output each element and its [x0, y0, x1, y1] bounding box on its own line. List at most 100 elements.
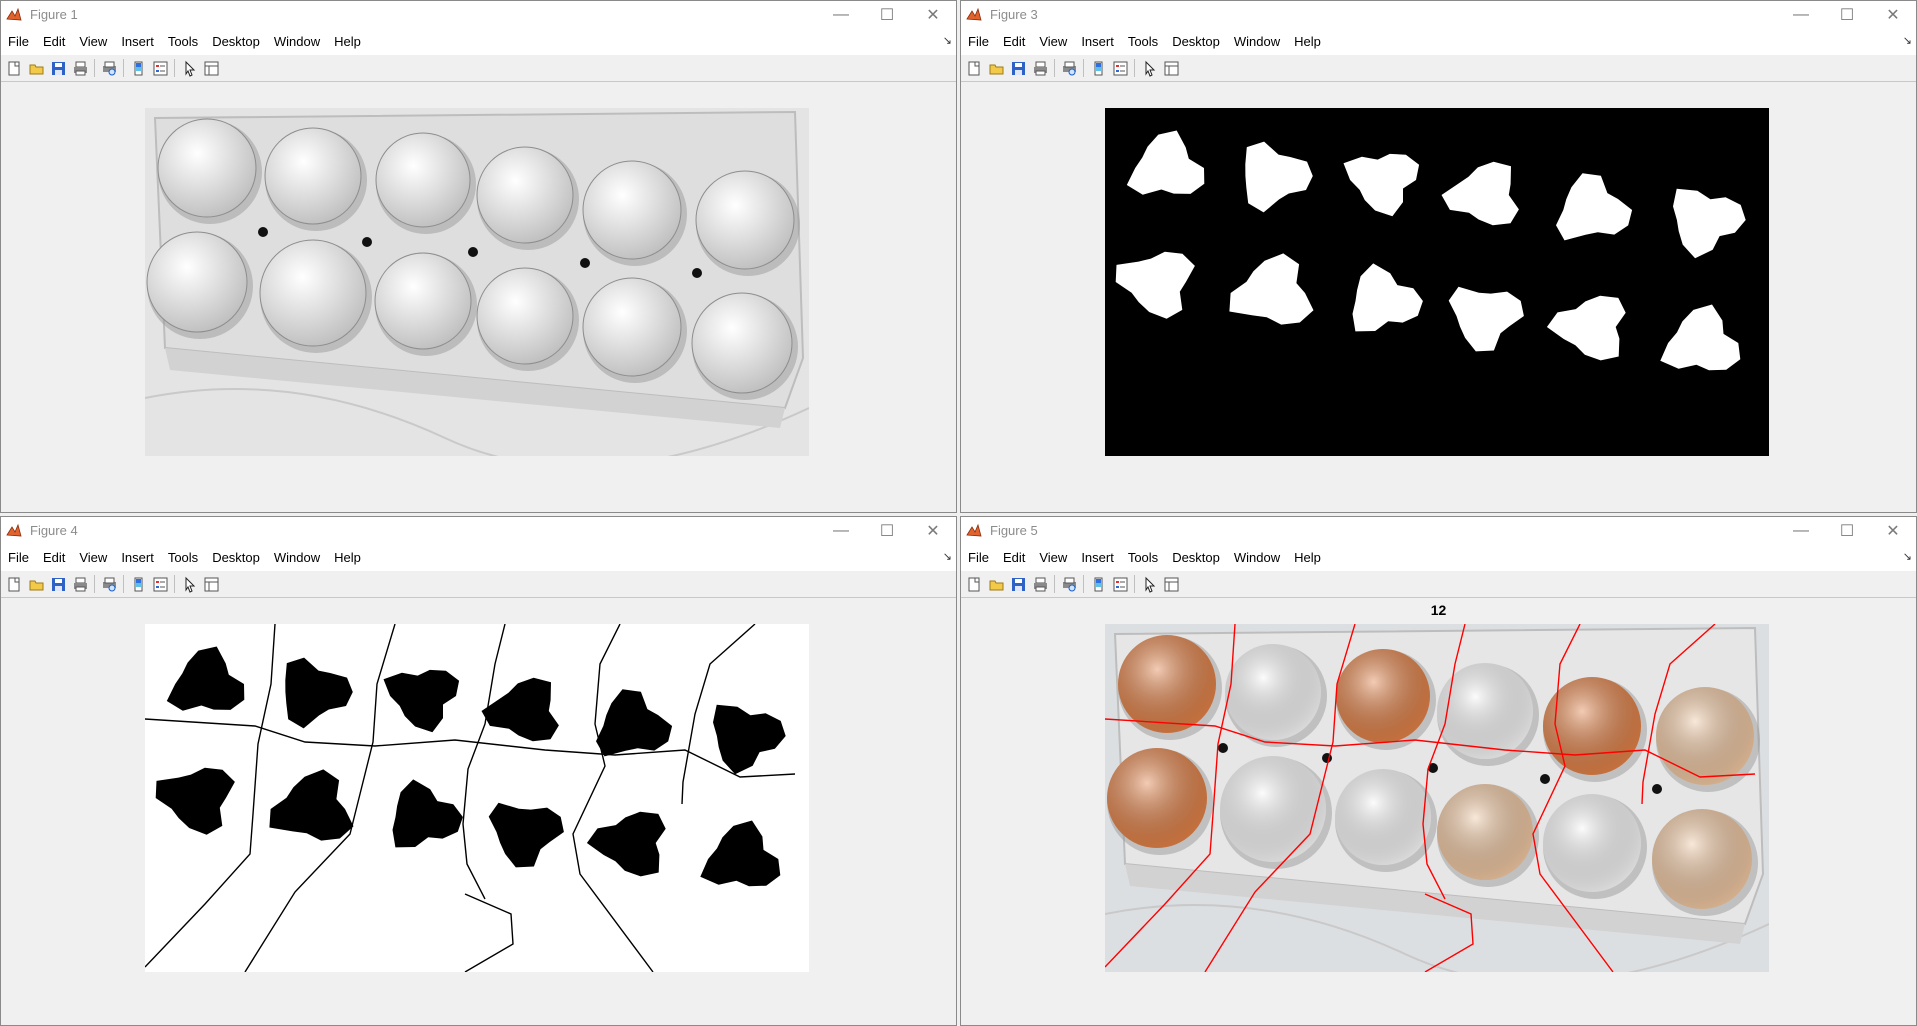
menu-bar: File Edit View Insert Tools Desktop Window Help…	[1, 544, 956, 571]
egg	[264, 127, 362, 225]
menu-help[interactable]: Help	[1287, 34, 1328, 49]
new-figure-icon[interactable]	[963, 573, 985, 595]
print-preview-icon[interactable]	[98, 57, 120, 79]
minimize-button[interactable]: —	[1778, 517, 1824, 544]
edit-plot-icon[interactable]	[1138, 573, 1160, 595]
menu-insert[interactable]: Insert	[114, 550, 161, 565]
print-preview-icon[interactable]	[1058, 57, 1080, 79]
dock-arrow-icon[interactable]: ↘	[1903, 34, 1912, 47]
menu-view[interactable]: View	[1032, 550, 1074, 565]
maximize-button[interactable]: ☐	[864, 517, 910, 544]
menu-view[interactable]: View	[72, 550, 114, 565]
property-editor-icon[interactable]	[1160, 57, 1182, 79]
menu-edit[interactable]: Edit	[996, 550, 1032, 565]
dock-arrow-icon[interactable]: ↘	[1903, 550, 1912, 563]
menu-tools[interactable]: Tools	[161, 550, 205, 565]
menu-file[interactable]: File	[1, 550, 36, 565]
menu-desktop[interactable]: Desktop	[1165, 34, 1227, 49]
figure-toolbar	[961, 55, 1916, 82]
close-button[interactable]: ✕	[910, 1, 956, 28]
menu-desktop[interactable]: Desktop	[205, 34, 267, 49]
property-editor-icon[interactable]	[1160, 573, 1182, 595]
title-bar[interactable]: Figure 5 — ☐ ✕	[961, 517, 1916, 544]
save-icon[interactable]	[47, 573, 69, 595]
menu-tools[interactable]: Tools	[161, 34, 205, 49]
menu-window[interactable]: Window	[267, 34, 327, 49]
toolbar-separator	[1083, 575, 1084, 593]
print-icon[interactable]	[69, 573, 91, 595]
egg-shading	[1652, 809, 1752, 909]
property-editor-icon[interactable]	[200, 57, 222, 79]
edit-plot-icon[interactable]	[178, 573, 200, 595]
menu-help[interactable]: Help	[327, 550, 368, 565]
menu-edit[interactable]: Edit	[36, 550, 72, 565]
menu-window[interactable]: Window	[267, 550, 327, 565]
menu-insert[interactable]: Insert	[1074, 550, 1121, 565]
maximize-button[interactable]: ☐	[1824, 1, 1870, 28]
legend-icon[interactable]	[1109, 573, 1131, 595]
colorbar-icon[interactable]	[1087, 57, 1109, 79]
save-icon[interactable]	[1007, 57, 1029, 79]
close-button[interactable]: ✕	[1870, 517, 1916, 544]
new-figure-icon[interactable]	[3, 573, 25, 595]
save-icon[interactable]	[1007, 573, 1029, 595]
menu-desktop[interactable]: Desktop	[1165, 550, 1227, 565]
menu-edit[interactable]: Edit	[996, 34, 1032, 49]
new-figure-icon[interactable]	[3, 57, 25, 79]
window-title: Figure 5	[990, 523, 1038, 538]
colorbar-icon[interactable]	[1087, 573, 1109, 595]
close-button[interactable]: ✕	[910, 517, 956, 544]
menu-edit[interactable]: Edit	[36, 34, 72, 49]
menu-insert[interactable]: Insert	[114, 34, 161, 49]
open-icon[interactable]	[985, 57, 1007, 79]
title-bar[interactable]: Figure 4 — ☐ ✕	[1, 517, 956, 544]
menu-file[interactable]: File	[961, 550, 996, 565]
menu-tools[interactable]: Tools	[1121, 34, 1165, 49]
menu-window[interactable]: Window	[1227, 550, 1287, 565]
menu-desktop[interactable]: Desktop	[205, 550, 267, 565]
title-bar[interactable]: Figure 3 — ☐ ✕	[961, 1, 1916, 28]
print-icon[interactable]	[1029, 573, 1051, 595]
open-icon[interactable]	[985, 573, 1007, 595]
menu-help[interactable]: Help	[327, 34, 368, 49]
colorbar-icon[interactable]	[127, 57, 149, 79]
egg-shading	[1118, 635, 1216, 733]
menu-insert[interactable]: Insert	[1074, 34, 1121, 49]
minimize-button[interactable]: —	[818, 517, 864, 544]
legend-icon[interactable]	[149, 57, 171, 79]
minimize-button[interactable]: —	[818, 1, 864, 28]
menu-window[interactable]: Window	[1227, 34, 1287, 49]
dock-arrow-icon[interactable]: ↘	[943, 550, 952, 563]
close-button[interactable]: ✕	[1870, 1, 1916, 28]
menu-file[interactable]: File	[1, 34, 36, 49]
print-preview-icon[interactable]	[98, 573, 120, 595]
save-icon[interactable]	[47, 57, 69, 79]
open-icon[interactable]	[25, 57, 47, 79]
print-icon[interactable]	[69, 57, 91, 79]
menu-file[interactable]: File	[961, 34, 996, 49]
legend-icon[interactable]	[1109, 57, 1131, 79]
property-editor-icon[interactable]	[200, 573, 222, 595]
open-icon[interactable]	[25, 573, 47, 595]
menu-view[interactable]: View	[1032, 34, 1074, 49]
menu-tools[interactable]: Tools	[1121, 550, 1165, 565]
maximize-button[interactable]: ☐	[864, 1, 910, 28]
dock-arrow-icon[interactable]: ↘	[943, 34, 952, 47]
new-figure-icon[interactable]	[963, 57, 985, 79]
minimize-button[interactable]: —	[1778, 1, 1824, 28]
matlab-icon	[6, 523, 22, 539]
edit-plot-icon[interactable]	[178, 57, 200, 79]
edit-plot-icon[interactable]	[1138, 57, 1160, 79]
toolbar-separator	[1083, 59, 1084, 77]
colorbar-icon[interactable]	[127, 573, 149, 595]
toolbar-separator	[94, 575, 95, 593]
maximize-button[interactable]: ☐	[1824, 517, 1870, 544]
print-icon[interactable]	[1029, 57, 1051, 79]
print-preview-icon[interactable]	[1058, 573, 1080, 595]
legend-icon[interactable]	[149, 573, 171, 595]
binary-mask-image	[1105, 108, 1769, 456]
egg	[157, 118, 257, 218]
menu-help[interactable]: Help	[1287, 550, 1328, 565]
menu-view[interactable]: View	[72, 34, 114, 49]
title-bar[interactable]: Figure 1 — ☐ ✕	[1, 1, 956, 28]
